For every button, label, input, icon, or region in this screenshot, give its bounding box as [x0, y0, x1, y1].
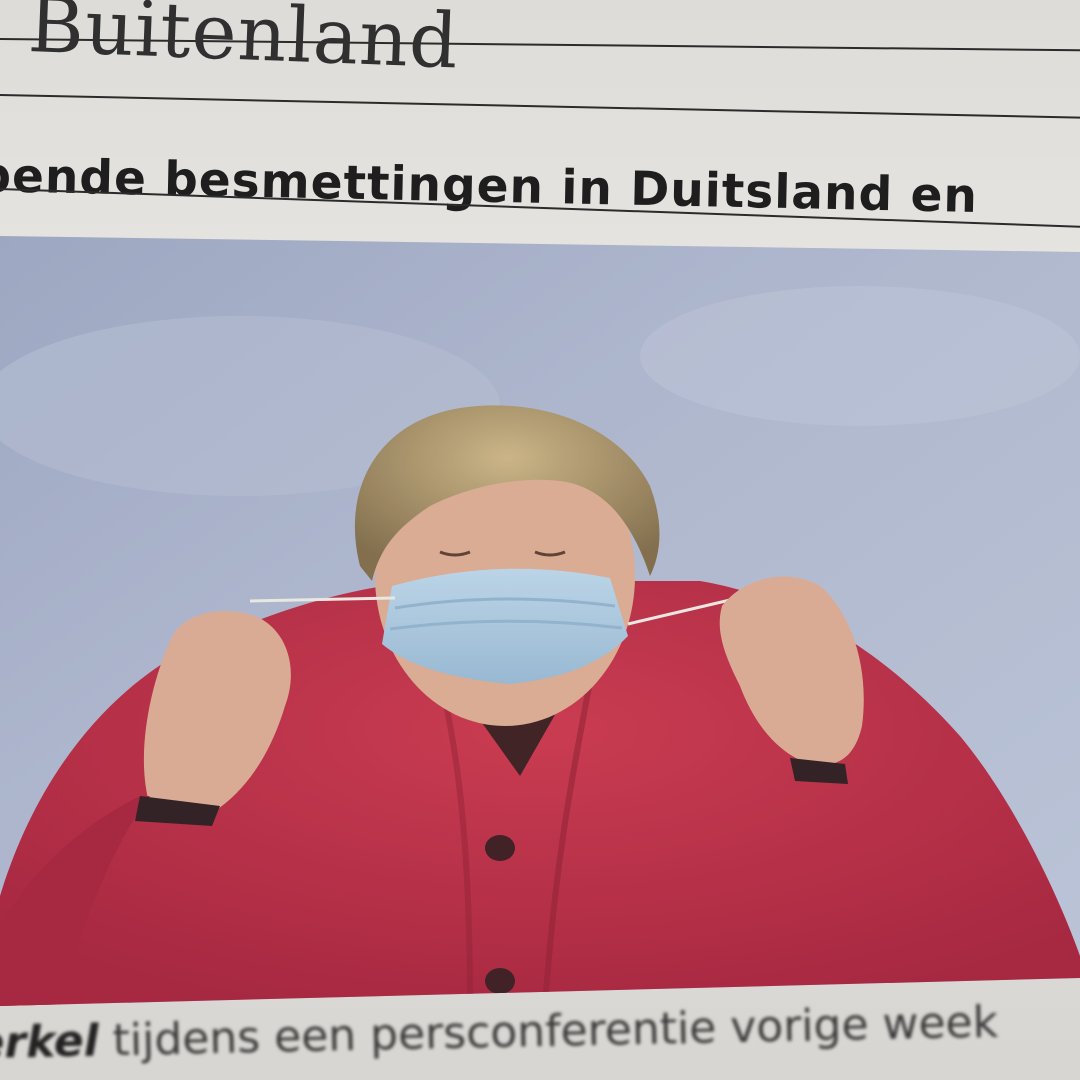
section-rule	[0, 94, 1080, 120]
headline: pende besmettingen in Duitsland en	[0, 148, 979, 224]
news-photo	[0, 236, 1080, 1006]
caption-name: erkel	[0, 1015, 100, 1069]
section-title: Buitenland	[26, 0, 461, 86]
photo-caption: erkel tijdens een persconferentie vorige…	[0, 997, 999, 1069]
caption-text: tijdens een persconferentie vorige week	[112, 996, 999, 1067]
newspaper-page: Buitenland pende besmettingen in Duitsla…	[0, 0, 1080, 1080]
